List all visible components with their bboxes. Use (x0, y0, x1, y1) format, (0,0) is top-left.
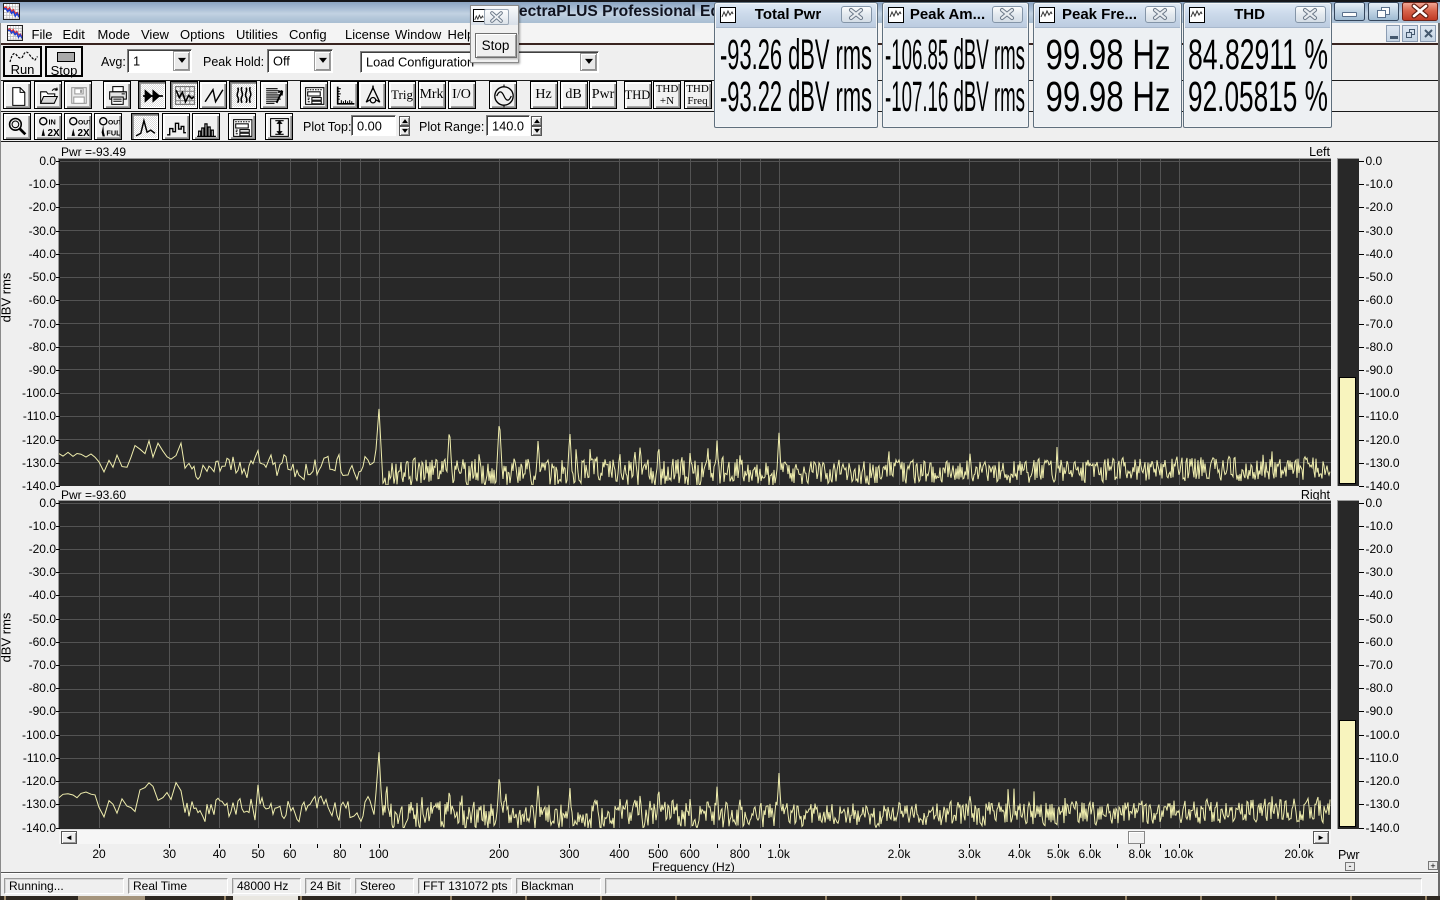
svg-text:2X: 2X (77, 127, 90, 138)
svg-text:99.98 Hz: 99.98 Hz (1046, 73, 1171, 121)
svg-text:-93.22 dBV rms: -93.22 dBV rms (720, 73, 872, 121)
svg-text:-107.16 dBV rms: -107.16 dBV rms (885, 73, 1025, 121)
svg-text:99.98 Hz: 99.98 Hz (1046, 31, 1171, 79)
svg-text:OUT: OUT (78, 119, 90, 126)
svg-text:84.82911 %: 84.82911 % (1188, 31, 1328, 79)
svg-text:92.05815 %: 92.05815 % (1188, 73, 1328, 121)
svg-text:FULL: FULL (106, 128, 120, 137)
svg-text:OUT: OUT (108, 119, 120, 126)
svg-text:IN: IN (48, 117, 55, 126)
svg-text:2X: 2X (47, 127, 60, 138)
svg-text:-93.26 dBV rms: -93.26 dBV rms (720, 31, 872, 79)
svg-text:-106.85 dBV rms: -106.85 dBV rms (885, 31, 1025, 79)
